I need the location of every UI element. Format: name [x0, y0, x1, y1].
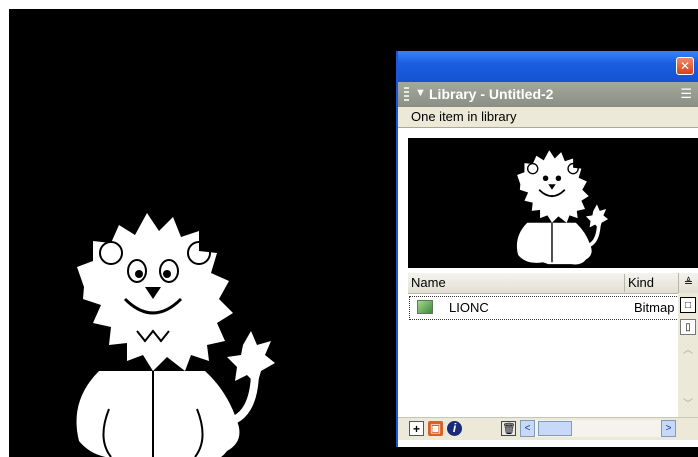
new-symbol-icon[interactable]: + — [409, 421, 424, 436]
sort-toggle-button[interactable]: ≜ — [678, 273, 698, 293]
library-item-row[interactable]: LIONC Bitmap — [408, 295, 680, 321]
preview-lion-thumbnail — [516, 150, 608, 265]
new-folder-icon[interactable]: ▣ — [428, 421, 443, 436]
scroll-thumb[interactable] — [538, 421, 572, 436]
library-header[interactable]: ▼ Library - Untitled-2 ☰ — [398, 82, 698, 107]
properties-icon[interactable]: i — [447, 421, 462, 436]
column-name[interactable]: Name — [411, 275, 446, 290]
close-button[interactable]: ✕ — [676, 57, 694, 75]
column-header: Name Kind ≜ — [408, 273, 698, 294]
scroll-down-icon[interactable]: ﹀ — [680, 397, 696, 413]
lion-artwork[interactable] — [49, 195, 281, 457]
delete-icon[interactable]: 🗑 — [501, 421, 516, 436]
item-name: LIONC — [449, 300, 489, 315]
gripper-icon[interactable] — [404, 87, 409, 101]
bottom-toolbar: + ▣ i 🗑 < > — [398, 417, 698, 440]
column-divider[interactable] — [624, 274, 625, 292]
side-toolbar: □ ▯ ︿ ﹀ — [678, 293, 698, 417]
options-menu-icon[interactable]: ☰ — [680, 86, 692, 102]
bitmap-icon — [417, 300, 433, 314]
collapse-arrow-icon[interactable]: ▼ — [415, 87, 426, 99]
preview-pane — [408, 138, 698, 268]
library-title: Library - Untitled-2 — [429, 86, 554, 102]
scroll-right-icon[interactable]: > — [661, 420, 676, 437]
horizontal-scrollbar[interactable]: < > — [520, 420, 676, 437]
item-count-text: One item in library — [411, 109, 517, 124]
wide-state-button[interactable]: □ — [680, 297, 696, 313]
column-kind[interactable]: Kind — [628, 275, 654, 290]
narrow-state-button[interactable]: ▯ — [680, 319, 696, 335]
scroll-left-icon[interactable]: < — [520, 420, 535, 437]
scroll-up-icon[interactable]: ︿ — [680, 343, 696, 359]
item-kind: Bitmap — [634, 300, 675, 315]
library-panel: ✕ ▼ Library - Untitled-2 ☰ One item in l… — [396, 51, 698, 447]
item-count-bar: One item in library — [398, 107, 698, 128]
window-titlebar[interactable]: ✕ — [398, 51, 698, 82]
